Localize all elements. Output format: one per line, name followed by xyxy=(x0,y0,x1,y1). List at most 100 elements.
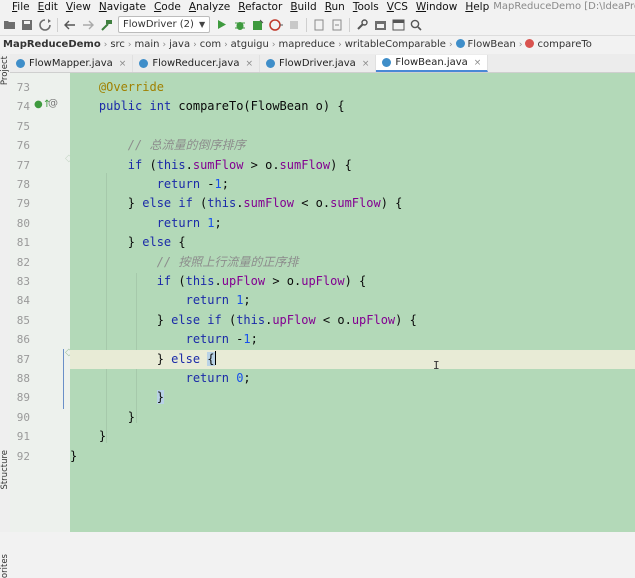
code-line: return 1; xyxy=(156,215,222,230)
code-editor[interactable]: @Override public int compareTo(FlowBean … xyxy=(70,73,635,532)
close-icon[interactable]: × xyxy=(362,59,370,69)
code-line: if (this.upFlow > o.upFlow) { xyxy=(156,274,367,288)
build-hammer-icon[interactable] xyxy=(97,16,115,34)
line-number: 81 xyxy=(16,236,30,250)
code-line: // 按照上行流量的正序排 xyxy=(70,253,635,272)
breadcrumb-com[interactable]: com xyxy=(197,39,224,50)
favorites-panel-toggle[interactable]: orites xyxy=(0,554,10,578)
code-line: return -1; xyxy=(156,177,229,191)
close-icon[interactable]: × xyxy=(119,59,127,69)
update-project-icon[interactable] xyxy=(328,16,346,34)
method-icon xyxy=(525,39,535,48)
main-toolbar: FlowDriver (2) ▼ xyxy=(0,14,635,36)
menu-run[interactable]: Run xyxy=(321,1,349,13)
line-number: 84 xyxy=(16,294,30,308)
close-icon[interactable]: × xyxy=(245,59,253,69)
code-line: } else if (this.upFlow < o.upFlow) { xyxy=(70,312,417,327)
breadcrumb-mapreduce[interactable]: mapreduce xyxy=(275,39,338,50)
search-icon[interactable] xyxy=(407,16,425,34)
line-number: 82 xyxy=(16,255,30,269)
line-number: 89 xyxy=(16,391,30,405)
code-line: return -1; xyxy=(185,332,258,347)
menu-vcs[interactable]: VCS xyxy=(383,1,412,13)
breadcrumb-method[interactable]: compareTo xyxy=(522,39,594,50)
line-number: 87 xyxy=(16,352,30,366)
java-class-icon xyxy=(16,59,25,68)
attach-debugger-icon[interactable] xyxy=(310,16,328,34)
tab-flowmapper[interactable]: FlowMapper.java × xyxy=(10,55,134,72)
line-number: 76 xyxy=(16,139,30,153)
line-number: 85 xyxy=(16,313,30,327)
annotation-marker-icon: @ xyxy=(48,98,58,109)
tab-flowbean[interactable]: FlowBean.java × xyxy=(376,55,489,72)
save-all-icon[interactable] xyxy=(18,16,36,34)
line-number: 90 xyxy=(16,410,30,424)
line-number: 79 xyxy=(16,197,30,211)
stop-icon[interactable] xyxy=(285,16,303,34)
line-number: 91 xyxy=(16,430,30,444)
breadcrumb-method-label: compareTo xyxy=(537,39,592,50)
menu-analyze[interactable]: Analyze xyxy=(185,1,234,13)
editor-gutter[interactable]: 73 74 75 76 77 78 79 80 81 82 83 84 85 8… xyxy=(10,73,73,532)
breadcrumb-src[interactable]: src xyxy=(107,39,128,50)
menu-code[interactable]: Code xyxy=(150,1,185,13)
close-icon[interactable]: × xyxy=(474,58,482,68)
menu-refactor[interactable]: Refactor xyxy=(234,1,286,13)
settings-wrench-icon[interactable] xyxy=(353,16,371,34)
tab-flowdriver[interactable]: FlowDriver.java × xyxy=(260,55,377,72)
breadcrumb-atguigu[interactable]: atguigu xyxy=(228,39,272,50)
breadcrumb-class[interactable]: FlowBean xyxy=(453,39,519,50)
menu-navigate[interactable]: Navigate xyxy=(95,1,150,13)
line-number: 77 xyxy=(16,158,30,172)
menu-edit[interactable]: Edit xyxy=(34,1,62,13)
code-line: } xyxy=(70,409,136,424)
text-cursor xyxy=(214,350,216,365)
line-number: 75 xyxy=(16,119,30,133)
menu-view[interactable]: View xyxy=(62,1,95,13)
code-line: } else { xyxy=(70,235,186,250)
project-panel-toggle[interactable]: Project xyxy=(0,56,10,85)
java-class-icon xyxy=(266,59,275,68)
forward-arrow-icon[interactable] xyxy=(79,16,97,34)
toolbar-separator xyxy=(306,17,308,32)
line-number: 92 xyxy=(16,449,30,463)
breadcrumb-project[interactable]: MapReduceDemo xyxy=(0,39,104,50)
project-structure-icon[interactable] xyxy=(371,16,389,34)
tab-flowreducer[interactable]: FlowReducer.java × xyxy=(133,55,260,72)
coverage-icon[interactable] xyxy=(249,16,267,34)
line-number: 83 xyxy=(16,275,30,288)
run-icon[interactable] xyxy=(213,16,231,34)
menu-help[interactable]: Help xyxy=(461,1,493,13)
breadcrumb-main[interactable]: main xyxy=(132,39,163,50)
profile-icon[interactable] xyxy=(267,16,285,34)
change-marker xyxy=(63,349,64,409)
java-class-icon xyxy=(382,58,392,67)
tab-label: FlowReducer.java xyxy=(152,58,240,69)
line-number: 88 xyxy=(16,372,30,385)
breadcrumb-java[interactable]: java xyxy=(166,39,193,50)
menu-file[interactable]: File xyxy=(8,1,34,13)
mouse-ibeam-cursor-icon: I xyxy=(433,359,440,372)
java-class-icon xyxy=(139,59,149,68)
code-comment: // 按照上行流量的正序排 xyxy=(156,254,299,269)
menu-bar: File Edit View Navigate Code Analyze Ref… xyxy=(0,0,635,13)
breadcrumb-package[interactable]: writableComparable xyxy=(342,39,449,50)
sync-icon[interactable] xyxy=(36,16,54,34)
window-title: MapReduceDemo [D:\IdeaProject1\test\M xyxy=(493,1,635,12)
run-configuration-label: FlowDriver (2) xyxy=(123,19,194,30)
open-folder-icon[interactable] xyxy=(0,16,18,34)
menu-build[interactable]: Build xyxy=(286,1,320,13)
code-line: @Override xyxy=(98,80,164,94)
menu-window[interactable]: Window xyxy=(412,1,461,13)
run-configuration-dropdown[interactable]: FlowDriver (2) ▼ xyxy=(118,16,211,33)
current-code-line: } else { xyxy=(70,349,635,369)
line-number: 86 xyxy=(16,333,30,347)
toolbar-separator xyxy=(57,17,58,32)
structure-panel-toggle[interactable]: Structure xyxy=(0,450,10,490)
back-arrow-icon[interactable] xyxy=(61,16,79,34)
chevron-down-icon: ▼ xyxy=(198,20,206,29)
code-line: } xyxy=(70,429,107,444)
menu-tools[interactable]: Tools xyxy=(349,1,383,13)
terminal-icon[interactable] xyxy=(389,16,407,34)
debug-icon[interactable] xyxy=(231,16,249,34)
